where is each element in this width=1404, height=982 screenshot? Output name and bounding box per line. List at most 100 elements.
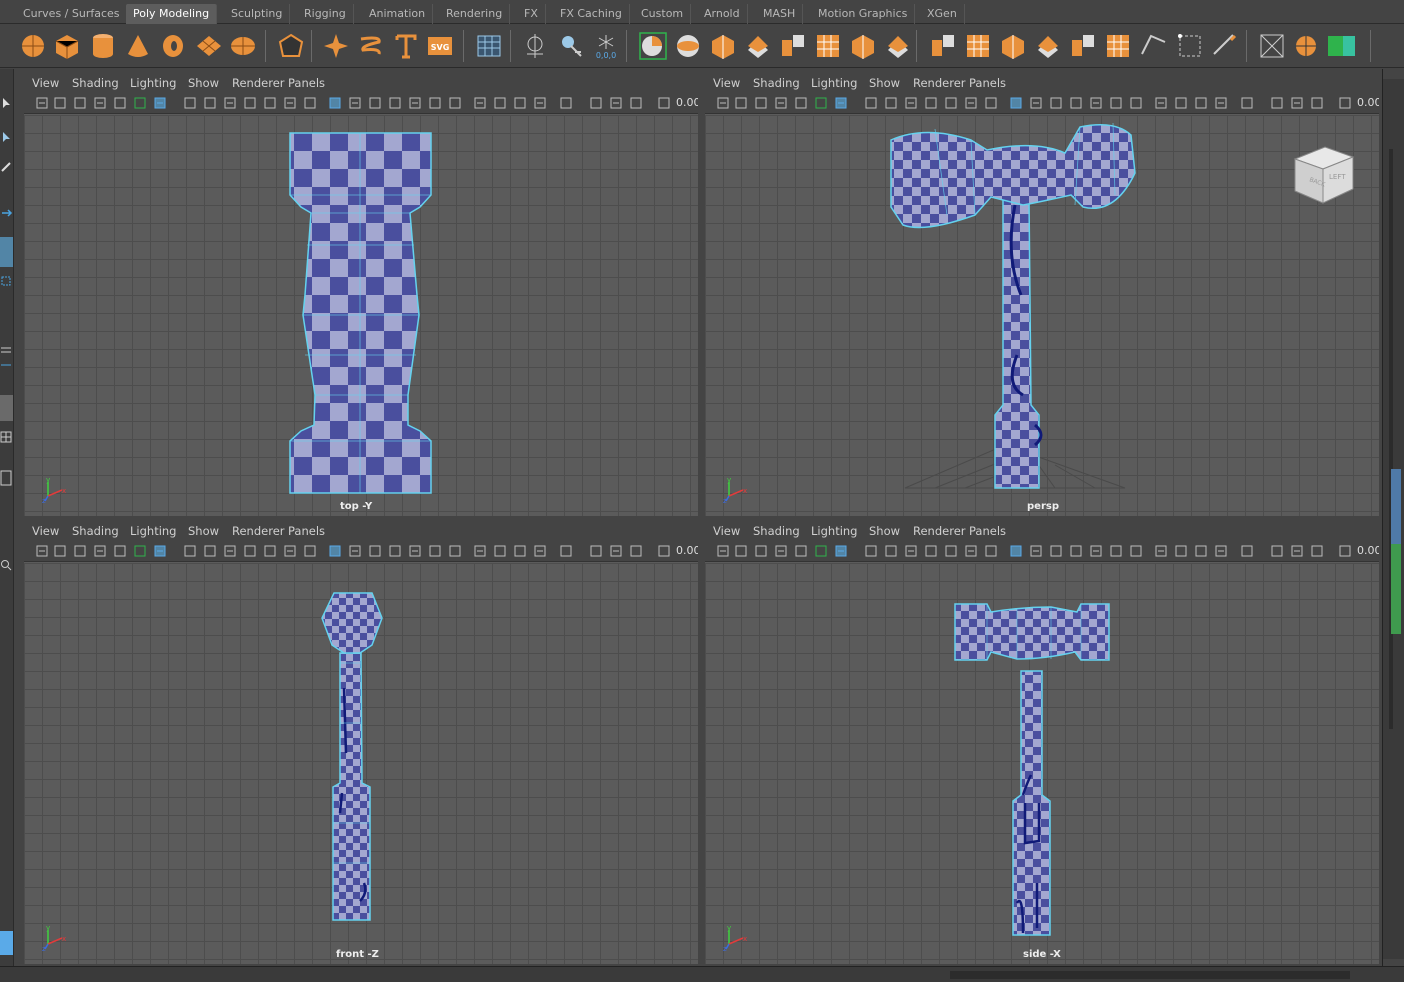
anti-alias-icon[interactable] <box>474 97 486 109</box>
viewport-canvas[interactable]: y x z front -Z <box>24 563 698 964</box>
grease-pencil-icon[interactable] <box>815 97 827 109</box>
merge-icon[interactable] <box>884 32 912 60</box>
resolution-gate-icon[interactable] <box>885 97 897 109</box>
safe-title-icon[interactable] <box>284 97 296 109</box>
depth-of-field-icon[interactable] <box>1175 545 1187 557</box>
shelf-tab-poly-modeling[interactable]: Poly Modeling <box>126 4 218 24</box>
lock-camera-icon[interactable] <box>54 97 66 109</box>
isolate-select-icon[interactable] <box>514 97 526 109</box>
grease-pencil-icon[interactable] <box>815 545 827 557</box>
safe-action-icon[interactable] <box>945 545 957 557</box>
bookmark-icon[interactable] <box>74 97 86 109</box>
paint-select-icon[interactable] <box>0 161 13 173</box>
viewport-menu-panels[interactable]: Panels <box>288 524 325 538</box>
viewport-canvas[interactable]: y x z side -X <box>705 563 1379 964</box>
viewport-menu-lighting[interactable]: Lighting <box>811 524 857 538</box>
exposure-value[interactable]: 0.00 <box>1357 544 1379 557</box>
2d-pan-icon[interactable] <box>114 97 126 109</box>
film-gate-icon[interactable] <box>184 97 196 109</box>
xray-active-icon[interactable] <box>590 97 602 109</box>
bevel-icon[interactable] <box>744 32 772 60</box>
camera-select-icon[interactable] <box>717 97 729 109</box>
connect-icon[interactable] <box>1139 32 1167 60</box>
wireframe-on-shaded-icon[interactable] <box>349 97 361 109</box>
shelf-tab-xgen[interactable]: XGen <box>920 4 965 24</box>
extrude-icon[interactable] <box>779 32 807 60</box>
viewport-menu-shading[interactable]: Shading <box>72 524 119 538</box>
gate-mask-icon[interactable] <box>224 97 236 109</box>
ambient-occlusion-icon[interactable] <box>429 545 441 557</box>
shelf-tab-fx-caching[interactable]: FX Caching <box>553 4 630 24</box>
gamma-icon[interactable] <box>658 97 670 109</box>
shelf-tab-rendering[interactable]: Rendering <box>439 4 511 24</box>
resolution-gate-icon[interactable] <box>885 545 897 557</box>
xray-joints-icon[interactable] <box>560 97 572 109</box>
viewport-menu-show[interactable]: Show <box>869 76 900 90</box>
reduce-icon[interactable] <box>1069 32 1097 60</box>
viewport-menu-renderer[interactable]: Renderer <box>232 76 285 90</box>
persp-outliner-icon[interactable] <box>0 469 13 487</box>
viewport-menu-show[interactable]: Show <box>869 524 900 538</box>
grid-toggle-icon[interactable] <box>154 545 166 557</box>
image-plane-icon[interactable] <box>94 545 106 557</box>
gamma-icon[interactable] <box>1339 545 1351 557</box>
backface-icon[interactable] <box>1291 545 1303 557</box>
viewport-menu-view[interactable]: View <box>32 524 59 538</box>
cone-icon[interactable] <box>124 32 152 60</box>
field-chart-icon[interactable] <box>244 97 256 109</box>
xray-joints-icon[interactable] <box>1241 97 1253 109</box>
wireframe-icon[interactable] <box>304 97 316 109</box>
viewport-front[interactable]: View Shading Lighting Show Renderer Panels 0.… <box>24 520 698 964</box>
grease-pencil-icon[interactable] <box>134 545 146 557</box>
xray-icon[interactable] <box>1215 545 1227 557</box>
lock-camera-icon[interactable] <box>735 545 747 557</box>
exposure-icon[interactable] <box>630 545 642 557</box>
move-tool-icon[interactable] <box>0 207 13 219</box>
depth-of-field-icon[interactable] <box>494 545 506 557</box>
gate-mask-icon[interactable] <box>905 545 917 557</box>
ambient-occlusion-icon[interactable] <box>1110 545 1122 557</box>
viewport-menu-renderer[interactable]: Renderer <box>913 76 966 90</box>
exposure-icon[interactable] <box>1311 545 1323 557</box>
film-gate-icon[interactable] <box>184 545 196 557</box>
film-gate-icon[interactable] <box>865 97 877 109</box>
lights-icon[interactable] <box>1070 545 1082 557</box>
exposure-icon[interactable] <box>630 97 642 109</box>
select-tool-icon[interactable] <box>0 97 13 109</box>
isolate-select-icon[interactable] <box>1195 97 1207 109</box>
offset-loop-icon[interactable] <box>999 32 1027 60</box>
target-weld-icon[interactable] <box>1104 32 1132 60</box>
ambient-occlusion-icon[interactable] <box>1110 97 1122 109</box>
single-view-icon[interactable] <box>0 395 13 421</box>
motion-blur-icon[interactable] <box>449 545 461 557</box>
shelf-tab-fx[interactable]: FX <box>517 4 546 24</box>
film-gate-icon[interactable] <box>865 545 877 557</box>
bridge-icon[interactable] <box>814 32 842 60</box>
safe-title-icon[interactable] <box>965 545 977 557</box>
grease-pencil-icon[interactable] <box>134 97 146 109</box>
wireframe-on-shaded-icon[interactable] <box>349 545 361 557</box>
bookmark-icon[interactable] <box>755 545 767 557</box>
combine-icon[interactable] <box>639 32 667 60</box>
lights-icon[interactable] <box>389 97 401 109</box>
gamma-icon[interactable] <box>1339 97 1351 109</box>
2d-pan-icon[interactable] <box>114 545 126 557</box>
sew-icon[interactable] <box>1211 32 1239 60</box>
2d-pan-icon[interactable] <box>795 97 807 109</box>
scale-tool-icon[interactable] <box>0 275 13 287</box>
wireframe-icon[interactable] <box>985 97 997 109</box>
image-plane-icon[interactable] <box>94 97 106 109</box>
2d-pan-icon[interactable] <box>795 545 807 557</box>
shelf-tab-animation[interactable]: Animation <box>362 4 434 24</box>
field-chart-icon[interactable] <box>925 545 937 557</box>
camera-select-icon[interactable] <box>717 545 729 557</box>
backface-icon[interactable] <box>610 97 622 109</box>
resolution-gate-icon[interactable] <box>204 545 216 557</box>
safe-action-icon[interactable] <box>264 545 276 557</box>
grid-icon[interactable] <box>475 32 503 60</box>
shadows-icon[interactable] <box>409 97 421 109</box>
xray-active-icon[interactable] <box>1271 97 1283 109</box>
textured-icon[interactable] <box>1050 545 1062 557</box>
field-chart-icon[interactable] <box>244 545 256 557</box>
shelf-tab-curves-surfaces[interactable]: Curves / Surfaces <box>16 4 128 24</box>
